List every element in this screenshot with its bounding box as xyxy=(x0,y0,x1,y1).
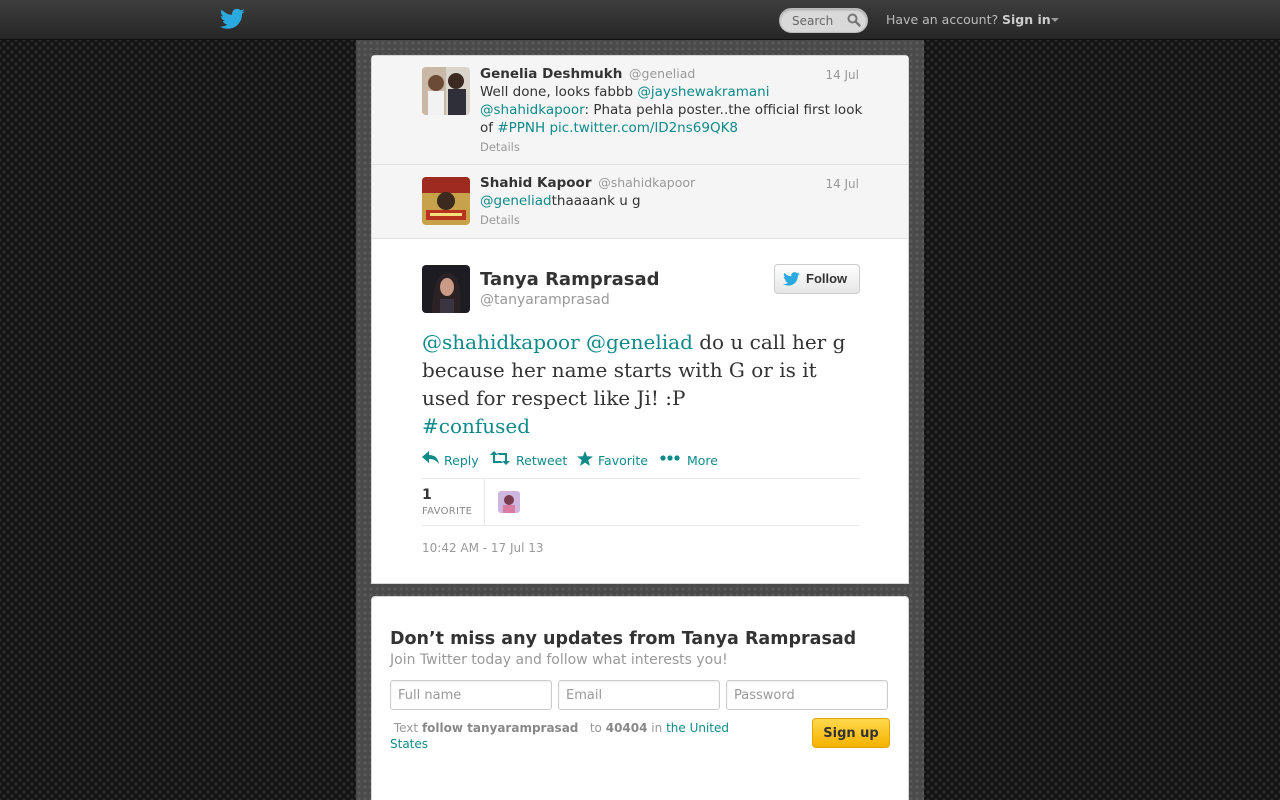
tweet-author-name[interactable]: Tanya Ramprasad xyxy=(480,269,659,290)
mention-link[interactable]: @jayshewakramani xyxy=(637,84,769,100)
mention-link[interactable]: @shahidkapoor xyxy=(422,330,580,354)
mention-link[interactable]: @geneliad xyxy=(480,193,552,209)
avatar[interactable] xyxy=(422,265,470,313)
twitter-bird-icon xyxy=(783,272,800,286)
sms-command: follow tanyaramprasad xyxy=(421,721,579,735)
avatar[interactable] xyxy=(422,177,470,225)
favorite-label: Favorite xyxy=(598,453,648,468)
mention-link[interactable]: @shahidkapoor xyxy=(480,102,585,118)
tweet-date[interactable]: 14 Jul xyxy=(825,68,859,82)
author-name[interactable]: Genelia Deshmukh xyxy=(480,66,622,82)
search-box xyxy=(779,8,868,33)
reply-label: Reply xyxy=(444,453,479,468)
author-handle[interactable]: @geneliad xyxy=(629,66,695,81)
follow-button[interactable]: Follow xyxy=(774,264,860,294)
star-icon xyxy=(577,451,593,466)
favorite-count[interactable]: 1 xyxy=(422,487,432,503)
tweet-author[interactable]: Genelia Deshmukh @geneliad xyxy=(480,66,695,82)
tweet-text: @geneliadthaaaank u g xyxy=(480,192,865,210)
tweet-date[interactable]: 14 Jul xyxy=(825,177,859,191)
email-field[interactable] xyxy=(558,680,720,710)
details-link[interactable]: Details xyxy=(480,140,520,154)
tweet-actions: Reply Retweet Favorite More xyxy=(422,450,862,470)
top-bar: Have an account? Sign in xyxy=(0,0,1280,40)
avatar-image xyxy=(422,177,470,225)
sms-follow-text: Text follow tanyaramprasad to 40404 in t… xyxy=(390,720,750,752)
tweet-author-handle[interactable]: @tanyaramprasad xyxy=(480,292,610,308)
mention-link[interactable]: @geneliad xyxy=(586,330,693,354)
reply-tweet[interactable]: Shahid Kapoor @shahidkapoor 14 Jul @gene… xyxy=(372,165,908,239)
signup-title: Don’t miss any updates from Tanya Rampra… xyxy=(390,629,857,649)
pic-link[interactable]: pic.twitter.com/lD2ns69QK8 xyxy=(549,120,738,136)
avatar-image xyxy=(422,67,470,115)
reply-icon xyxy=(422,451,439,464)
twitter-bird-icon[interactable] xyxy=(220,8,245,30)
author-handle[interactable]: @shahidkapoor xyxy=(598,175,695,190)
author-name[interactable]: Shahid Kapoor xyxy=(480,175,592,191)
retweet-icon xyxy=(490,451,510,465)
password-field[interactable] xyxy=(726,680,888,710)
tweet-text-part: Well done, looks fabbb xyxy=(480,84,638,100)
have-account-text: Have an account? xyxy=(886,12,999,27)
search-input[interactable] xyxy=(780,9,846,32)
tweet-author[interactable]: Shahid Kapoor @shahidkapoor xyxy=(480,175,695,191)
tweet-text-part: thaaaank u g xyxy=(551,193,641,209)
avatar[interactable] xyxy=(422,67,470,115)
favorite-count-label: FAVORITE xyxy=(422,506,473,517)
follow-label: Follow xyxy=(806,271,848,286)
more-dots-icon xyxy=(660,455,680,461)
avatar-image xyxy=(422,265,470,313)
avatar-image xyxy=(498,491,520,513)
sms-number: 40404 xyxy=(605,721,648,735)
sms-to-label: to xyxy=(589,721,602,735)
details-link[interactable]: Details xyxy=(480,213,520,227)
more-label: More xyxy=(687,453,718,468)
tweet-text: Well done, looks fabbb @jayshewakramani @… xyxy=(480,83,865,137)
conversation-panel: Genelia Deshmukh @geneliad 14 Jul Well d… xyxy=(371,55,909,584)
hashtag-link[interactable]: #PPNH xyxy=(497,120,545,136)
favoriter-avatar[interactable] xyxy=(498,491,520,513)
signup-subtitle: Join Twitter today and follow what inter… xyxy=(390,652,728,668)
full-name-field[interactable] xyxy=(390,680,552,710)
sign-in-link[interactable]: Sign in xyxy=(1002,12,1051,27)
sms-in-label: in xyxy=(651,721,663,735)
hashtag-link[interactable]: #confused xyxy=(422,414,530,438)
signup-button[interactable]: Sign up xyxy=(812,718,890,748)
signup-panel: Don’t miss any updates from Tanya Rampra… xyxy=(371,596,909,800)
chevron-down-icon[interactable] xyxy=(1051,18,1059,22)
divider xyxy=(484,479,485,525)
sms-text-label: Text xyxy=(393,721,419,735)
tweet-timestamp[interactable]: 10:42 AM - 17 Jul 13 xyxy=(422,541,544,555)
search-icon[interactable] xyxy=(847,13,861,27)
reply-tweet[interactable]: Genelia Deshmukh @geneliad 14 Jul Well d… xyxy=(372,56,908,165)
tweet-stats: 1 FAVORITE xyxy=(422,478,860,526)
retweet-label: Retweet xyxy=(516,453,568,468)
tweet-text: @shahidkapoor @geneliad do u call her g … xyxy=(422,328,862,440)
